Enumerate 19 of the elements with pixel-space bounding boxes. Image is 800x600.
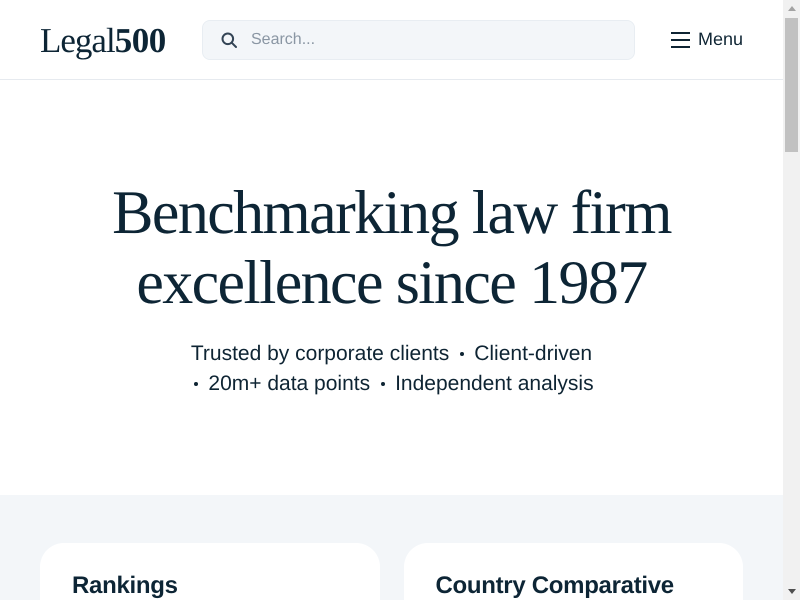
bullet-dot-icon (381, 382, 386, 386)
tagline-item: 20m+ data points (208, 372, 370, 395)
search-field[interactable]: Search... (202, 20, 635, 60)
hamburger-menu-icon (670, 32, 690, 48)
logo[interactable]: Legal500 (40, 23, 170, 58)
scrollbar-track[interactable] (783, 0, 800, 600)
scrollbar-thumb[interactable] (785, 18, 798, 152)
card-title: Country Comparative (436, 571, 675, 600)
tagline-item: Independent analysis (395, 372, 594, 395)
card-title: Rankings (72, 571, 179, 600)
menu-button[interactable]: Menu (670, 25, 743, 54)
bullet-dot-icon (194, 382, 198, 386)
tagline-item: Trusted by corporate clients (190, 342, 450, 365)
scroll-down-icon[interactable] (788, 589, 796, 594)
tagline-item: Client-driven (474, 342, 592, 365)
bullet-dot-icon (460, 352, 464, 356)
hero-heading: Benchmarking law firm excellence since 1987 (111, 178, 672, 318)
search-icon (221, 32, 237, 48)
scroll-up-icon[interactable] (788, 6, 796, 11)
